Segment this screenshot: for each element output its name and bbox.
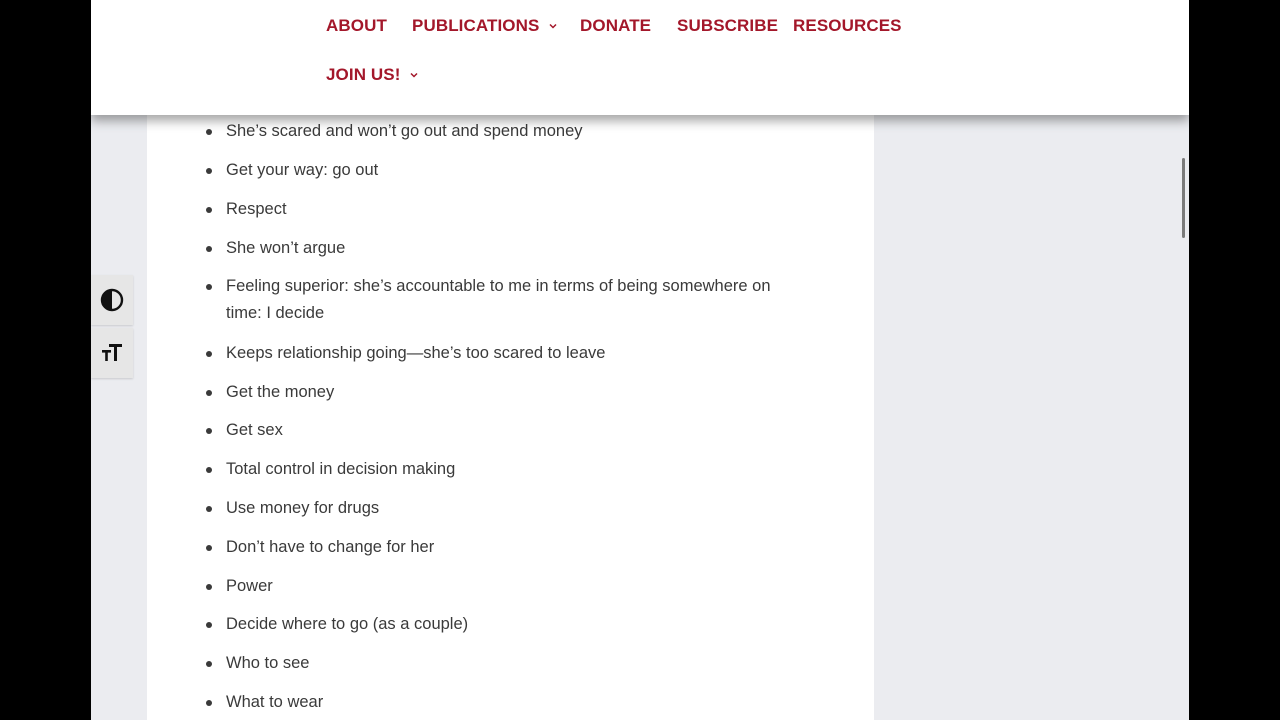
bullet-icon	[206, 207, 212, 213]
nav-donate[interactable]: DONATE	[580, 16, 651, 36]
bullet-icon	[206, 545, 212, 551]
article-content: She’s scared and won’t go out and spend …	[147, 100, 874, 720]
list-item-text: Feeling superior: she’s accountable to m…	[226, 277, 771, 322]
bullet-icon	[206, 428, 212, 434]
bullet-icon	[206, 700, 212, 706]
nav-resources-label: RESOURCES	[793, 16, 902, 35]
list-item-text: She won’t argue	[226, 239, 346, 257]
nav-publications[interactable]: PUBLICATIONS	[412, 16, 558, 36]
nav-publications-label: PUBLICATIONS	[412, 16, 540, 35]
bullet-icon	[206, 390, 212, 396]
bullet-icon	[206, 246, 212, 252]
list-item-text: Keeps relationship going—she’s too scare…	[226, 344, 606, 362]
chevron-down-icon	[549, 23, 557, 29]
bullet-icon	[206, 284, 212, 290]
bullet-icon	[206, 506, 212, 512]
list-item-text: Use money for drugs	[226, 499, 380, 517]
nav-join-us[interactable]: JOIN US!	[326, 65, 419, 85]
page-viewport: ABOUT PUBLICATIONS DONATE SUBSCRIBE RESO…	[91, 0, 1189, 720]
bullet-icon	[206, 129, 212, 135]
nav-subscribe-label: SUBSCRIBE	[677, 16, 779, 35]
list-item-text: Decide where to go (as a couple)	[226, 615, 469, 633]
list-item-text: Get the money	[226, 383, 335, 401]
list-item-text: Respect	[226, 200, 287, 218]
nav-subscribe[interactable]: SUBSCRIBE	[677, 16, 778, 36]
list-item-text: Don’t have to change for her	[226, 538, 435, 556]
list-item-text: Who to see	[226, 654, 310, 672]
bullet-icon	[206, 467, 212, 473]
bullet-icon	[206, 622, 212, 628]
list-item-text: Total control in decision making	[226, 460, 456, 478]
text-size-button[interactable]	[91, 328, 133, 378]
chevron-down-icon	[410, 72, 419, 78]
nav-join-us-label: JOIN US!	[326, 65, 401, 84]
contrast-icon	[100, 288, 124, 312]
nav-about[interactable]: ABOUT	[326, 16, 387, 36]
bullet-icon	[206, 168, 212, 174]
scrollbar-thumb[interactable]	[1182, 158, 1185, 238]
list-item-text: Get your way: go out	[226, 161, 379, 179]
site-header: ABOUT PUBLICATIONS DONATE SUBSCRIBE RESO…	[91, 0, 1189, 115]
list-item-text: Power	[226, 577, 273, 595]
contrast-toggle-button[interactable]	[91, 275, 133, 325]
list-item-text: What to wear	[226, 693, 324, 711]
bullet-icon	[206, 351, 212, 357]
nav-about-label: ABOUT	[326, 16, 387, 35]
bullet-icon	[206, 661, 212, 667]
text-size-icon	[102, 344, 122, 361]
nav-resources[interactable]: RESOURCES	[793, 16, 902, 36]
list-item-text: She’s scared and won’t go out and spend …	[226, 122, 583, 140]
list-item-text: Get sex	[226, 421, 283, 439]
nav-donate-label: DONATE	[580, 16, 652, 35]
bullet-icon	[206, 584, 212, 590]
